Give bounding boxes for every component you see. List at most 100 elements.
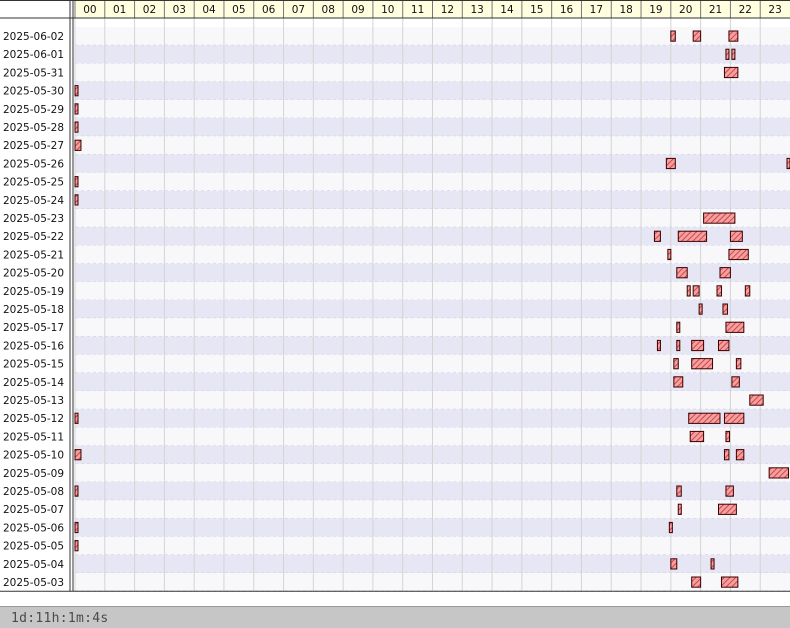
activity-bar	[74, 540, 79, 552]
activity-bar	[691, 576, 702, 588]
hour-label: 19	[649, 4, 662, 16]
activity-bar	[723, 412, 745, 424]
activity-bar	[74, 103, 79, 115]
date-label: 2025-05-06	[3, 522, 64, 534]
status-bar: 1d:11h:1m:4s	[0, 606, 790, 628]
activity-bar	[718, 503, 737, 515]
activity-bar	[725, 485, 734, 497]
date-label: 2025-05-18	[3, 304, 64, 316]
activity-bar	[723, 66, 739, 79]
hour-label: 22	[739, 4, 752, 16]
activity-bar	[692, 285, 700, 297]
activity-bar	[735, 358, 742, 370]
activity-bar	[673, 358, 679, 370]
activity-bar	[720, 576, 739, 588]
activity-bar	[728, 30, 739, 42]
activity-bar	[691, 358, 714, 370]
hour-label: 23	[768, 4, 781, 16]
date-label: 2025-05-29	[3, 104, 64, 116]
date-label: 2025-05-17	[3, 322, 64, 334]
date-label: 2025-05-11	[3, 431, 64, 443]
date-label: 2025-05-09	[3, 468, 64, 480]
date-label: 2025-05-16	[3, 340, 64, 352]
activity-bar	[735, 449, 745, 461]
activity-bar	[676, 339, 681, 352]
activity-bar	[74, 521, 79, 534]
hour-label: 15	[530, 4, 543, 16]
activity-bar	[686, 285, 691, 297]
hour-label: 04	[202, 4, 216, 16]
hour-label: 18	[619, 4, 632, 16]
activity-bar	[725, 321, 745, 333]
date-label: 2025-05-15	[3, 359, 64, 371]
date-label: 2025-05-25	[3, 177, 64, 189]
activity-bar	[653, 230, 661, 242]
hour-header: 00 01 02 03 04 05 06 07 08 09 10 11 12 13 14 15 16 17 18 19…	[74, 0, 790, 18]
activity-bar	[719, 267, 731, 279]
activity-bar	[710, 558, 715, 570]
date-label: 2025-05-31	[3, 67, 64, 79]
activity-bar	[670, 30, 676, 42]
hour-label: 17	[590, 4, 603, 16]
hour-label: 21	[709, 4, 722, 16]
date-label: 2025-05-20	[3, 268, 64, 280]
activity-bar	[731, 48, 736, 60]
hour-label: 16	[560, 4, 574, 16]
date-labels: 2025-06-02 2025-06-01 2025-05-31 2025-05-30…	[3, 31, 64, 589]
activity-bar	[673, 376, 684, 388]
activity-bar	[670, 558, 678, 570]
activity-bar	[656, 339, 661, 352]
activity-bar	[749, 394, 764, 406]
activity-bar	[677, 503, 682, 515]
activity-bar	[74, 139, 82, 151]
activity-bar	[676, 485, 682, 497]
activity-bar	[768, 467, 790, 479]
hour-label: 08	[322, 4, 335, 16]
activity-bar	[691, 339, 705, 352]
date-label: 2025-06-01	[3, 49, 64, 61]
activity-bar	[688, 412, 721, 424]
activity-bar	[718, 339, 730, 352]
activity-bar	[667, 248, 672, 261]
activity-bar	[677, 230, 708, 242]
date-label: 2025-05-04	[3, 559, 64, 571]
hour-label: 03	[173, 4, 186, 16]
date-label: 2025-05-07	[3, 504, 64, 516]
activity-bar	[703, 212, 736, 224]
hour-label: 12	[441, 4, 454, 16]
activity-bar	[676, 321, 681, 333]
activity-bar	[725, 48, 730, 60]
activity-bar	[722, 303, 728, 315]
date-label: 2025-05-19	[3, 286, 64, 298]
activity-bar	[744, 285, 751, 297]
activity-bar	[676, 267, 688, 279]
activity-bar	[723, 449, 730, 461]
activity-bar	[665, 157, 676, 170]
hour-label: 14	[500, 4, 514, 16]
hour-label: 09	[351, 4, 364, 16]
hour-label: 11	[411, 4, 424, 16]
date-label: 2025-05-10	[3, 450, 64, 462]
activity-bar	[698, 303, 703, 315]
hour-label: 06	[262, 4, 276, 16]
date-label: 2025-05-08	[3, 486, 64, 498]
activity-bar	[74, 485, 79, 497]
activity-bar	[74, 121, 79, 133]
activity-bar	[74, 176, 79, 188]
total-duration: 1d:11h:1m:4s	[11, 611, 109, 626]
gantt-chart: 00 01 02 03 04 05 06 07 08 09 10 11 12 13 14 15 16 17 18 19…	[0, 0, 790, 592]
date-label: 2025-05-22	[3, 231, 64, 243]
activity-bar	[728, 248, 749, 261]
date-label: 2025-05-03	[3, 577, 64, 589]
date-label: 2025-05-23	[3, 213, 64, 225]
hour-label: 00	[83, 4, 96, 16]
date-label: 2025-05-30	[3, 86, 64, 98]
activity-bar	[668, 521, 673, 534]
activity-bar	[689, 430, 705, 443]
activity-bar	[74, 449, 82, 461]
date-label: 2025-05-21	[3, 249, 64, 261]
date-label: 2025-05-27	[3, 140, 64, 152]
hour-label: 05	[232, 4, 245, 16]
date-label: 2025-05-12	[3, 413, 64, 425]
activity-bar	[692, 30, 702, 42]
